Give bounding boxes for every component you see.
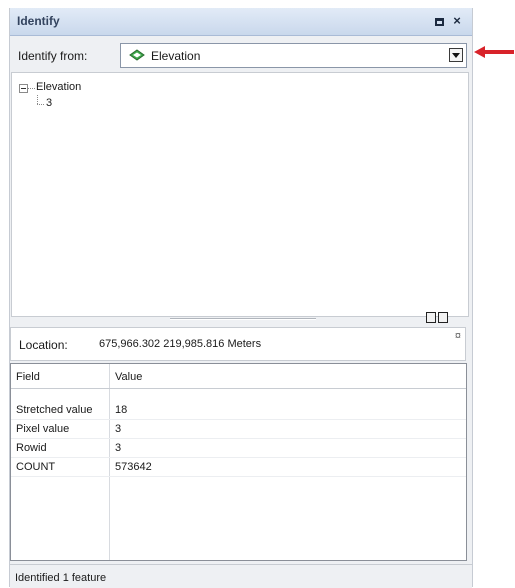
grid-header: Field Value [11,364,466,389]
value-cell: 3 [115,423,122,435]
column-header-field[interactable]: Field [16,371,40,383]
table-row[interactable]: Rowid 3 [11,439,466,458]
results-tree[interactable]: Elevation 3 [11,72,469,317]
location-options-icon[interactable]: ¤ [455,330,461,342]
tree-node-feature[interactable]: 3 [46,97,52,109]
tree-connector [37,104,44,105]
location-box: Location: 675,966.302 219,985.816 Meters… [10,327,466,361]
status-bar: Identified 1 feature [10,564,472,588]
restore-window-icon[interactable] [431,12,447,30]
red-arrow-icon [474,46,514,58]
table-row[interactable]: Pixel value 3 [11,420,466,439]
window-title: Identify [17,14,60,28]
table-row[interactable]: COUNT 573642 [11,458,466,477]
field-cell: Pixel value [16,423,70,435]
tree-connector [37,95,38,104]
identify-from-dropdown[interactable]: Elevation [120,43,467,68]
tree-connector [28,88,35,89]
field-cell: Stretched value [16,404,93,416]
identify-from-selected-value: Elevation [151,49,201,63]
identify-window: Identify × Identify from: Elevation Elev… [9,8,473,588]
raster-layer-icon [129,49,145,61]
collapse-icon[interactable] [19,84,28,93]
split-view-icon[interactable] [426,312,449,323]
value-cell: 3 [115,442,122,454]
attributes-grid[interactable]: Field Value Stretched value 18 Pixel val… [10,363,467,561]
column-header-value[interactable]: Value [115,371,142,383]
tree-node-elevation[interactable]: Elevation [36,81,81,93]
location-value: 675,966.302 219,985.816 Meters [99,338,262,350]
identify-from-label: Identify from: [18,49,88,63]
title-bar[interactable]: Identify × [10,8,472,36]
status-text: Identified 1 feature [15,572,107,584]
location-label: Location: [19,338,68,352]
field-cell: COUNT [16,461,56,473]
table-row[interactable]: Stretched value 18 [11,401,466,420]
value-cell: 18 [115,404,128,416]
field-cell: Rowid [16,442,47,454]
value-cell: 573642 [115,461,152,473]
chevron-down-icon[interactable] [449,48,463,62]
pane-splitter[interactable] [170,318,316,320]
close-icon[interactable]: × [449,12,465,30]
